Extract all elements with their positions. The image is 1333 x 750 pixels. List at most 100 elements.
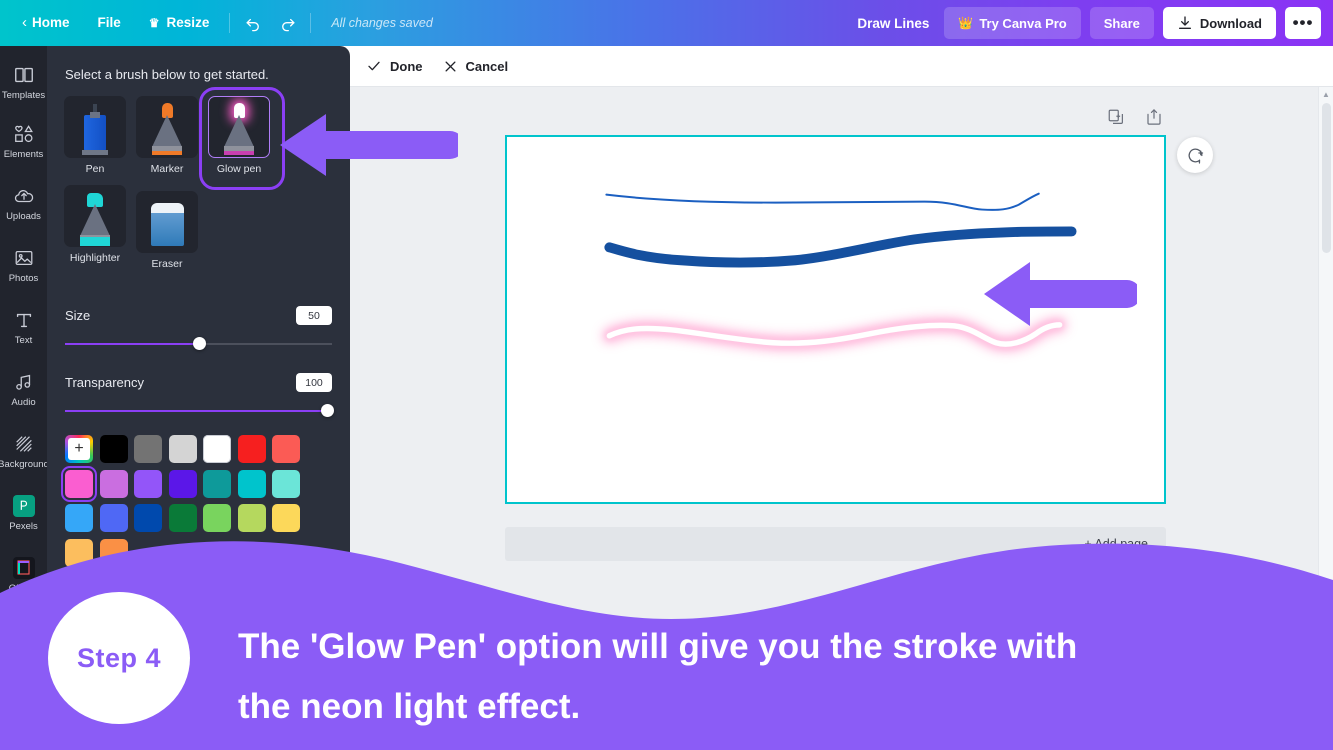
add-page-icon[interactable] xyxy=(1145,108,1163,126)
color-swatch[interactable] xyxy=(168,469,197,498)
redo-icon xyxy=(281,18,295,31)
color-swatch[interactable] xyxy=(99,469,128,498)
color-swatch[interactable] xyxy=(272,469,300,498)
share-button[interactable]: Share xyxy=(1089,7,1154,39)
draw-mode-toolbar: Done Cancel xyxy=(350,46,1333,87)
eraser-icon xyxy=(136,191,198,253)
brush-label: Pen xyxy=(85,163,105,175)
caption-line-1: The 'Glow Pen' option will give you the … xyxy=(238,627,1078,666)
size-slider[interactable] xyxy=(65,337,332,351)
brush-option-highlighter[interactable]: Highlighter xyxy=(64,185,126,270)
resize-label: Resize xyxy=(166,15,210,30)
top-toolbar-left: ‹ Home File ♛ Resize All changes saved xyxy=(0,0,433,46)
sidebar-item-uploads[interactable]: Uploads xyxy=(0,172,47,234)
plus-icon: + xyxy=(68,438,90,460)
thick-marker-stroke xyxy=(604,226,1077,268)
elements-icon xyxy=(14,124,33,142)
marker-icon xyxy=(136,96,198,158)
instruction-caption: The 'Glow Pen' option will give you the … xyxy=(238,617,1308,737)
sidebar-item-label: Templates xyxy=(1,89,46,101)
color-swatch[interactable] xyxy=(134,435,162,463)
add-comment-button[interactable] xyxy=(1177,137,1213,173)
scroll-up-arrow[interactable]: ▲ xyxy=(1319,87,1333,102)
sidebar-item-background[interactable]: Background xyxy=(0,420,47,482)
canva-editor-screenshot: ‹ Home File ♛ Resize All changes saved D… xyxy=(0,0,1333,750)
sidebar-item-photos[interactable]: Photos xyxy=(0,234,47,296)
download-button[interactable]: Download xyxy=(1162,7,1276,39)
transparency-value[interactable]: 100 xyxy=(296,373,332,392)
undo-button[interactable] xyxy=(236,6,270,40)
color-swatch[interactable] xyxy=(99,435,128,463)
transparency-label: Transparency xyxy=(65,375,144,390)
transparency-slider[interactable] xyxy=(65,404,334,418)
color-swatch[interactable] xyxy=(272,435,300,463)
color-swatch[interactable] xyxy=(134,469,162,498)
design-canvas[interactable] xyxy=(505,135,1166,504)
size-control: Size 50 xyxy=(47,306,350,351)
sidebar-item-elements[interactable]: Elements xyxy=(0,110,47,172)
highlighter-icon xyxy=(64,185,126,247)
top-toolbar-right: Draw Lines 👑 Try Canva Pro Share Downloa… xyxy=(857,7,1333,39)
brush-grid: Pen Marker Glow pen Highlighter Eraser xyxy=(47,82,337,270)
sidebar-item-audio[interactable]: Audio xyxy=(0,358,47,420)
background-hatch-icon xyxy=(15,435,32,452)
add-color-swatch[interactable]: + xyxy=(65,435,93,463)
drawn-strokes xyxy=(602,192,1077,351)
toolbar-divider-2 xyxy=(310,13,312,33)
resize-button[interactable]: ♛ Resize xyxy=(135,0,224,46)
redo-button[interactable] xyxy=(270,6,304,40)
add-comment-icon xyxy=(1188,148,1203,164)
brush-panel: Select a brush below to get started. Pen xyxy=(47,46,350,606)
color-swatch[interactable] xyxy=(237,435,266,463)
photo-icon xyxy=(15,250,32,265)
brush-option-pen[interactable]: Pen xyxy=(64,96,126,175)
color-swatch[interactable] xyxy=(168,435,197,463)
top-toolbar: ‹ Home File ♛ Resize All changes saved D… xyxy=(0,0,1333,46)
sidebar-item-label: Uploads xyxy=(6,210,41,222)
cancel-label: Cancel xyxy=(465,58,509,74)
size-label: Size xyxy=(65,308,91,323)
duplicate-page-icon[interactable] xyxy=(1107,108,1125,126)
brush-option-eraser[interactable]: Eraser xyxy=(136,191,198,270)
glow-pen-icon xyxy=(208,96,270,158)
color-swatch[interactable] xyxy=(203,435,231,463)
home-button[interactable]: ‹ Home xyxy=(8,0,84,46)
file-menu-button[interactable]: File xyxy=(84,0,135,46)
brush-option-marker[interactable]: Marker xyxy=(136,96,198,175)
transparency-control: Transparency 100 xyxy=(47,373,350,418)
sidebar-item-label: Audio xyxy=(11,396,36,408)
cancel-button[interactable]: Cancel xyxy=(443,58,509,74)
color-swatch[interactable] xyxy=(203,469,231,498)
color-swatch-selected[interactable] xyxy=(61,465,97,502)
step-badge: Step 4 xyxy=(48,592,190,724)
sidebar-item-text[interactable]: Text xyxy=(0,296,47,358)
file-label: File xyxy=(97,15,121,30)
document-title[interactable]: Draw Lines xyxy=(857,16,929,31)
crown-icon: ♛ xyxy=(148,16,160,30)
more-options-button[interactable]: ••• xyxy=(1285,7,1321,39)
size-slider-thumb[interactable] xyxy=(192,337,206,350)
size-value[interactable]: 50 xyxy=(296,306,332,325)
brush-label: Eraser xyxy=(151,258,183,270)
pink-glow-stroke xyxy=(602,318,1067,351)
brush-option-glow-pen[interactable]: Glow pen xyxy=(199,87,285,190)
scrollbar-thumb[interactable] xyxy=(1322,103,1331,253)
chevron-left-icon: ‹ xyxy=(22,14,27,31)
try-pro-label: Try Canva Pro xyxy=(979,15,1067,31)
panel-instruction: Select a brush below to get started. xyxy=(65,67,269,82)
check-icon xyxy=(368,61,380,71)
save-status: All changes saved xyxy=(331,16,433,30)
share-label: Share xyxy=(1103,15,1140,31)
toolbar-divider xyxy=(229,13,231,33)
pen-icon xyxy=(64,96,126,158)
done-button[interactable]: Done xyxy=(366,58,423,74)
try-canva-pro-button[interactable]: 👑 Try Canva Pro xyxy=(944,7,1081,39)
sidebar-item-templates[interactable]: Templates xyxy=(0,54,47,110)
download-icon xyxy=(1178,16,1191,29)
more-dots-icon: ••• xyxy=(1292,13,1314,32)
sidebar-item-label: Photos xyxy=(8,272,39,284)
undo-icon xyxy=(246,18,259,31)
color-swatch[interactable] xyxy=(237,469,266,498)
download-label: Download xyxy=(1199,15,1262,31)
transparency-slider-thumb[interactable] xyxy=(321,404,334,417)
